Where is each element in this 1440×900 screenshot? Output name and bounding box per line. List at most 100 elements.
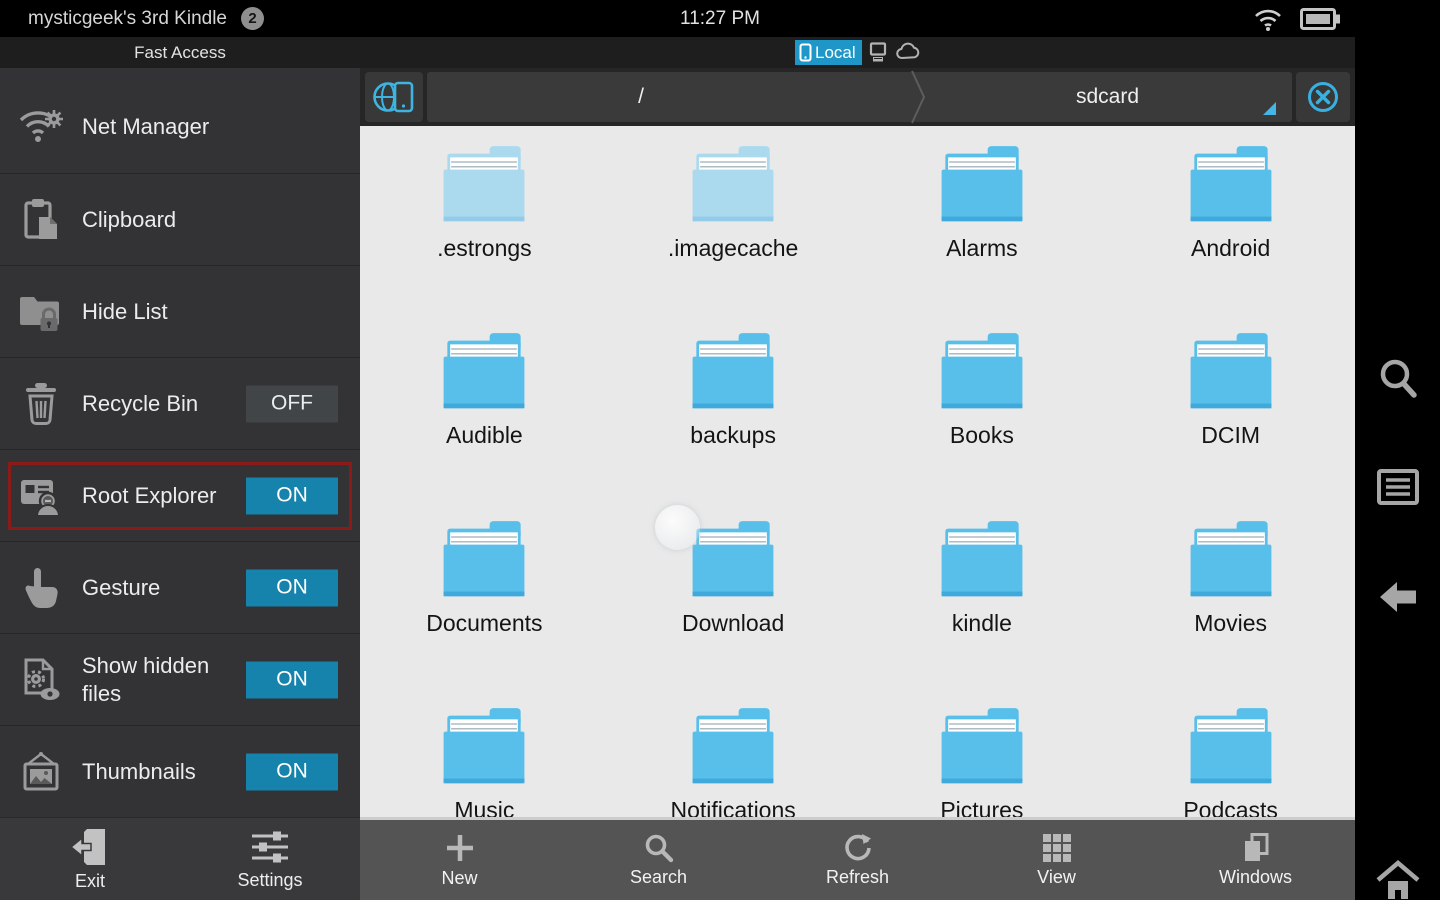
- sidebar-item-show-hidden-files[interactable]: Show hidden files ON: [0, 633, 360, 725]
- fast-access-sidebar: Net Manager Clipboard: [0, 68, 360, 817]
- back-arrow-icon: [1377, 578, 1419, 616]
- sidebar-item-net-manager[interactable]: Net Manager: [0, 81, 360, 173]
- folder-backups[interactable]: backups: [609, 313, 858, 500]
- show-hidden-files-toggle[interactable]: ON: [246, 661, 338, 698]
- dropdown-caret-icon[interactable]: [1263, 102, 1276, 115]
- folder-imagecache[interactable]: .imagecache: [609, 126, 858, 313]
- folder-estrongs[interactable]: .estrongs: [360, 126, 609, 313]
- es-file-explorer-screen: mysticgeek's 3rd Kindle 2 11:27 PM: [0, 0, 1440, 900]
- exit-button[interactable]: Exit: [0, 818, 180, 900]
- folder-android[interactable]: Android: [1106, 126, 1355, 313]
- sidebar-item-root-explorer[interactable]: Root Explorer ON: [0, 449, 360, 541]
- breadcrumb-root[interactable]: /: [427, 72, 855, 122]
- folder-audible[interactable]: Audible: [360, 313, 609, 500]
- menu-icon: [1376, 467, 1420, 507]
- hidden-files-icon: [16, 657, 66, 703]
- folder-dcim[interactable]: DCIM: [1106, 313, 1355, 500]
- settings-icon: [249, 828, 291, 866]
- breadcrumb-current[interactable]: sdcard: [923, 72, 1292, 122]
- notification-badge[interactable]: 2: [241, 7, 264, 30]
- view-button[interactable]: View: [957, 820, 1156, 900]
- windows-label: Windows: [1219, 867, 1292, 888]
- folder-name: backups: [690, 422, 776, 449]
- nav-back-button[interactable]: [1355, 578, 1440, 616]
- folder-download[interactable]: Download: [609, 501, 858, 688]
- sidebar-item-label: Show hidden files: [82, 652, 242, 707]
- folder-icon: [686, 519, 780, 604]
- sidebar-item-thumbnails[interactable]: Thumbnails ON: [0, 725, 360, 817]
- bottom-toolbar: New Search Refresh: [360, 817, 1355, 900]
- plus-icon: [443, 831, 477, 865]
- file-browser: / sdcard: [360, 68, 1355, 900]
- clipboard-icon: [16, 197, 66, 243]
- thumbnails-toggle[interactable]: ON: [246, 753, 338, 790]
- search-icon: [643, 832, 675, 864]
- net-manager-icon: [16, 106, 66, 148]
- gesture-toggle[interactable]: ON: [246, 569, 338, 606]
- exit-label: Exit: [75, 871, 105, 892]
- grid-view-icon: [1041, 832, 1073, 864]
- folder-books[interactable]: Books: [858, 313, 1107, 500]
- battery-icon: [1300, 8, 1340, 30]
- folder-icon: [935, 331, 1029, 416]
- breadcrumb: / sdcard: [427, 72, 1292, 122]
- refresh-button[interactable]: Refresh: [758, 820, 957, 900]
- folder-icon: [1184, 706, 1278, 791]
- tab-local[interactable]: Local: [795, 40, 862, 65]
- home-icon: [1375, 859, 1421, 900]
- folder-movies[interactable]: Movies: [1106, 501, 1355, 688]
- folder-name: Documents: [426, 610, 542, 637]
- recycle-bin-toggle[interactable]: OFF: [246, 385, 338, 422]
- sidebar-item-label: Clipboard: [82, 206, 242, 234]
- tab-cloud[interactable]: [896, 42, 921, 60]
- settings-button[interactable]: Settings: [180, 818, 360, 900]
- folder-name: .imagecache: [668, 235, 798, 262]
- new-button[interactable]: New: [360, 820, 559, 900]
- folder-grid: .estrongs .imagecache Alarms Android Aud…: [360, 126, 1355, 875]
- recycle-bin-icon: [16, 382, 66, 426]
- folder-icon: [437, 706, 531, 791]
- sidebar-item-gesture[interactable]: Gesture ON: [0, 541, 360, 633]
- root-explorer-icon: [16, 475, 66, 517]
- folder-name: Audible: [446, 422, 523, 449]
- folder-name: DCIM: [1201, 422, 1260, 449]
- status-bar: mysticgeek's 3rd Kindle 2 11:27 PM: [0, 0, 1440, 37]
- windows-button[interactable]: Windows: [1156, 820, 1355, 900]
- folder-name: kindle: [952, 610, 1012, 637]
- sidebar-item-label: Net Manager: [82, 113, 242, 141]
- nav-menu-button[interactable]: [1355, 467, 1440, 507]
- folder-icon: [437, 144, 531, 229]
- folder-icon: [437, 519, 531, 604]
- device-button[interactable]: [365, 72, 423, 122]
- view-label: View: [1037, 867, 1076, 888]
- close-icon: [1302, 76, 1344, 118]
- folder-kindle[interactable]: kindle: [858, 501, 1107, 688]
- gesture-icon: [16, 566, 66, 610]
- folder-icon: [935, 706, 1029, 791]
- close-window-button[interactable]: [1296, 72, 1350, 122]
- sidebar-item-clipboard[interactable]: Clipboard: [0, 173, 360, 265]
- sidebar-item-recycle-bin[interactable]: Recycle Bin OFF: [0, 357, 360, 449]
- device-name: mysticgeek's 3rd Kindle: [28, 8, 227, 30]
- search-icon: [1377, 357, 1419, 401]
- root-explorer-toggle[interactable]: ON: [246, 477, 338, 514]
- refresh-icon: [842, 832, 874, 864]
- search-label: Search: [630, 867, 687, 888]
- folder-documents[interactable]: Documents: [360, 501, 609, 688]
- search-button[interactable]: Search: [559, 820, 758, 900]
- folder-alarms[interactable]: Alarms: [858, 126, 1107, 313]
- sidebar-item-hide-list[interactable]: Hide List: [0, 265, 360, 357]
- nav-home-button[interactable]: [1355, 859, 1440, 900]
- folder-name: Android: [1191, 235, 1270, 262]
- folder-name: Download: [682, 610, 784, 637]
- nav-search-button[interactable]: [1355, 357, 1440, 401]
- exit-icon: [69, 827, 111, 867]
- tab-lan[interactable]: [868, 42, 888, 63]
- hide-list-icon: [16, 292, 66, 332]
- sidebar-footer: Exit Settings: [0, 817, 360, 900]
- folder-icon: [1184, 519, 1278, 604]
- tab-local-label: Local: [815, 43, 856, 63]
- system-nav-strip: [1355, 37, 1440, 900]
- folder-icon: [686, 706, 780, 791]
- sidebar-item-label: Gesture: [82, 574, 242, 602]
